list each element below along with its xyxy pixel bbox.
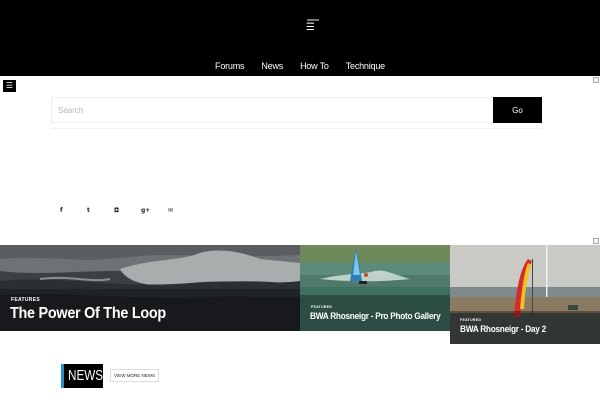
site-logo[interactable] [307, 19, 319, 21]
feature-category: Features [11, 297, 40, 303]
feature-title[interactable]: BWA Rhosneigr - Pro Photo Gallery [310, 311, 441, 321]
feature-category: Featured [311, 305, 333, 309]
main-navigation: Forums News How To Technique [0, 60, 600, 74]
nav-link-technique[interactable]: Technique [346, 60, 385, 74]
feature-card[interactable]: Featured BWA Rhosneigr - Pro Photo Galle… [300, 245, 450, 331]
news-section-heading: NEWS [61, 364, 103, 388]
hamburger-icon[interactable]: ☰ [306, 23, 315, 33]
site-header: ☰ Forums News How To Technique [0, 0, 600, 76]
feature-category: Featured [460, 318, 482, 322]
view-more-news-button[interactable]: VIEW MORE NEWS [110, 369, 159, 382]
facebook-icon[interactable]: f [60, 207, 63, 214]
feature-card[interactable]: Featured BWA Rhosneigr - Day 2 [450, 245, 600, 344]
feature-title[interactable]: BWA Rhosneigr - Day 2 [460, 324, 546, 334]
corner-marker [593, 77, 599, 83]
feature-title[interactable]: The Power Of The Loop [10, 305, 166, 323]
news-heading-label: NEWS [68, 367, 104, 384]
nav-link-how-to[interactable]: How To [300, 60, 329, 74]
search-input[interactable] [51, 97, 494, 123]
nav-link-forums[interactable]: Forums [215, 60, 245, 74]
search-go-button[interactable]: Go [493, 97, 542, 123]
feature-card[interactable]: Features The Power Of The Loop [0, 245, 300, 331]
corner-marker [593, 238, 599, 244]
side-menu-toggle-icon[interactable]: ☰ [3, 80, 16, 92]
google-plus-icon[interactable]: g+ [141, 207, 150, 214]
instagram-icon[interactable]: ◘ [114, 207, 119, 214]
nav-link-news[interactable]: News [261, 60, 283, 74]
twitter-icon[interactable]: t [87, 207, 90, 214]
divider [51, 128, 542, 129]
email-icon[interactable]: ✉ [168, 207, 173, 214]
